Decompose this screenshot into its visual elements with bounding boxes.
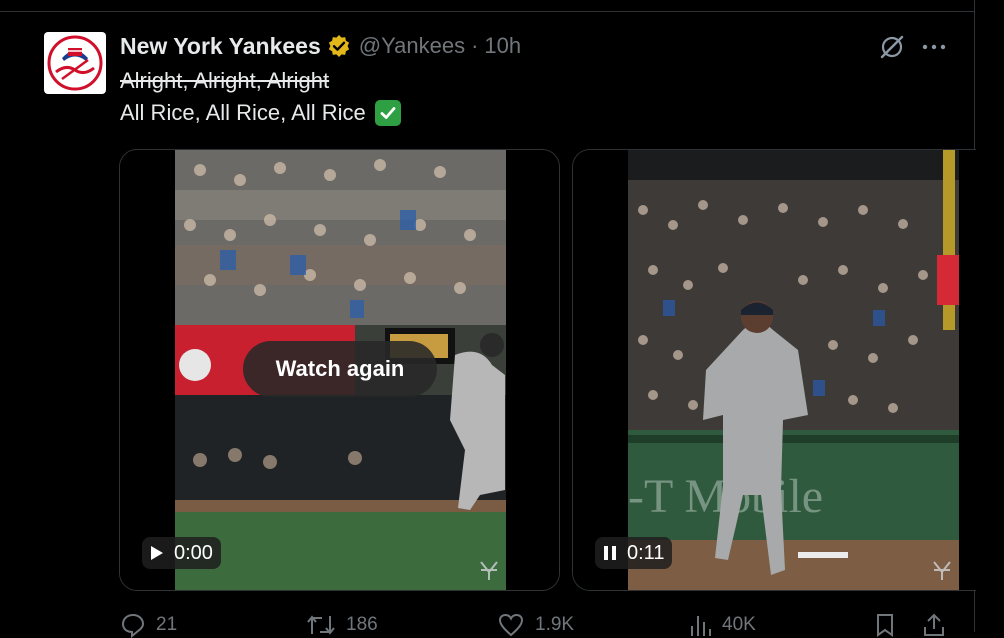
yankees-watermark-icon bbox=[477, 558, 501, 582]
tweet-header: New York Yankees @Yankees · 10h bbox=[120, 30, 521, 62]
share-button[interactable] bbox=[921, 612, 957, 638]
video-2-time: 0:11 bbox=[627, 541, 665, 564]
yankees-logo-avatar[interactable] bbox=[44, 32, 106, 94]
separator-dot: · bbox=[471, 33, 479, 58]
play-icon[interactable] bbox=[150, 545, 164, 561]
yankees-watermark-icon bbox=[930, 558, 954, 582]
heart-icon bbox=[498, 613, 524, 637]
reply-button[interactable]: 21 bbox=[120, 612, 177, 638]
share-icon bbox=[924, 613, 944, 636]
tweet-text: All Rice, All Rice, All Rice bbox=[120, 100, 366, 125]
check-mark-emoji-icon bbox=[374, 100, 401, 126]
views-count: 40K bbox=[722, 614, 756, 635]
watch-again-button[interactable]: Watch again bbox=[243, 341, 437, 397]
video-1-time: 0:00 bbox=[174, 541, 213, 564]
author-handle[interactable]: @Yankees bbox=[359, 33, 465, 59]
views-button[interactable]: 40K bbox=[688, 612, 756, 638]
reply-count: 21 bbox=[156, 614, 178, 635]
like-count: 1.9K bbox=[535, 614, 575, 635]
tweet-text-line: All Rice, All Rice, All Rice bbox=[120, 100, 401, 126]
verified-badge-icon[interactable] bbox=[327, 34, 351, 58]
tweet-action-bar: 21 186 1.9K 40K bbox=[0, 608, 975, 638]
pause-icon[interactable] bbox=[603, 545, 617, 561]
yankees-logo-icon bbox=[47, 35, 103, 91]
bookmark-button[interactable] bbox=[873, 612, 907, 638]
repost-button[interactable]: 186 bbox=[306, 612, 378, 638]
more-options-icon[interactable] bbox=[920, 33, 948, 61]
bookmark-icon bbox=[877, 614, 893, 637]
author-name[interactable]: New York Yankees bbox=[120, 33, 321, 60]
reply-icon bbox=[121, 613, 145, 638]
video-player-2[interactable]: -T Mobile 0:11 bbox=[572, 149, 976, 591]
video-2-frame: -T Mobile bbox=[573, 150, 976, 590]
repost-count: 186 bbox=[346, 614, 378, 635]
views-chart-icon bbox=[691, 616, 711, 636]
grok-icon[interactable] bbox=[878, 33, 906, 61]
video-2-time-pill[interactable]: 0:11 bbox=[595, 537, 673, 569]
video-1-time-pill[interactable]: 0:00 bbox=[142, 537, 221, 569]
previous-post-divider bbox=[0, 0, 975, 12]
post-time[interactable]: 10h bbox=[484, 33, 521, 59]
struck-text-line: Alright, Alright, Alright bbox=[120, 68, 330, 93]
repost-icon bbox=[307, 615, 335, 635]
like-button[interactable]: 1.9K bbox=[497, 612, 574, 638]
